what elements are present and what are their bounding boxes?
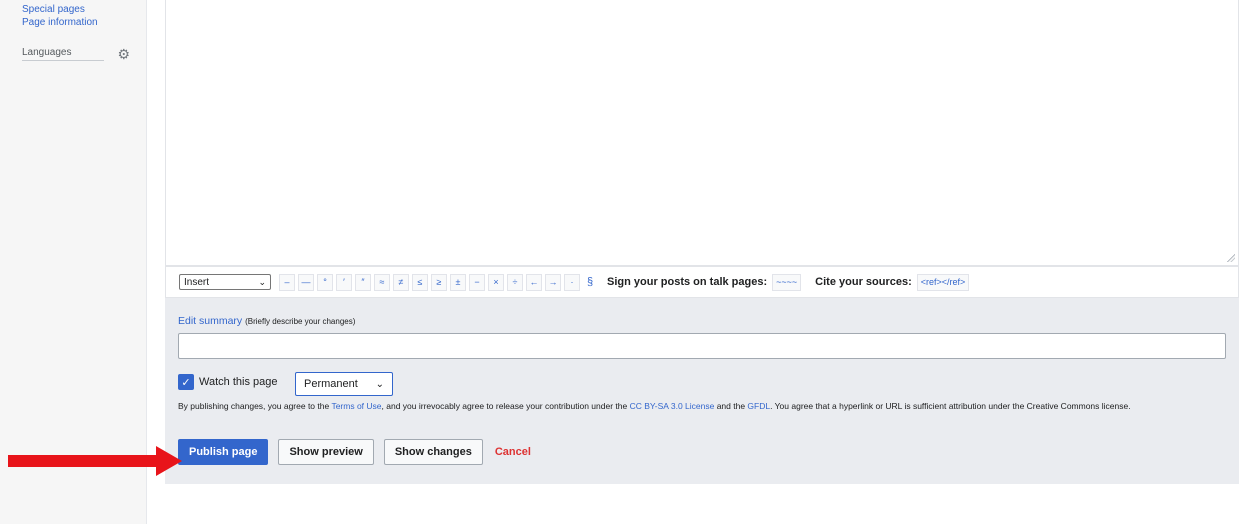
terms-of-use-link[interactable]: Terms of Use [331, 401, 381, 411]
insert-select-value: Insert [184, 276, 210, 288]
license-text: , and you irrevocably agree to release y… [381, 401, 630, 411]
char-button[interactable]: – [279, 273, 295, 291]
cc-license-link[interactable]: CC BY-SA 3.0 License [630, 401, 715, 411]
cite-sources-label: Cite your sources: [815, 276, 912, 288]
char-button[interactable]: ≤ [412, 273, 428, 291]
char-button[interactable]: ≈ [374, 273, 390, 291]
char-button[interactable]: × [488, 273, 504, 291]
char-button[interactable]: · [564, 273, 580, 291]
char-button[interactable]: ′ [336, 273, 352, 291]
char-list: – — ° ′ ″ ≈ ≠ ≤ ≥ ± − × ÷ ← → · § [279, 273, 597, 291]
show-preview-button[interactable]: Show preview [278, 439, 374, 465]
show-changes-button[interactable]: Show changes [383, 439, 483, 465]
publish-button[interactable]: Publish page [178, 439, 269, 465]
chevron-down-icon: ⌄ [375, 378, 384, 390]
edit-buttons: Publish page Show preview Show changes C… [178, 439, 531, 465]
sign-posts-label: Sign your posts on talk pages: [607, 276, 768, 288]
gear-icon[interactable]: ⚙ [117, 47, 130, 61]
sidebar-link-special-pages[interactable]: Special pages [0, 3, 146, 16]
edit-summary-link[interactable]: Edit summary [178, 315, 242, 327]
license-text: By publishing changes, you agree to the [178, 401, 332, 411]
languages-label: Languages [22, 47, 104, 61]
edit-textarea[interactable] [165, 0, 1239, 266]
watch-period-value: Permanent [304, 378, 358, 390]
char-button[interactable]: ← [526, 273, 542, 291]
chevron-down-icon: ⌄ [258, 276, 266, 287]
edit-summary-input[interactable] [178, 333, 1226, 359]
cancel-link[interactable]: Cancel [495, 446, 531, 458]
license-text: and the [714, 401, 748, 411]
special-characters-bar: Insert ⌄ – — ° ′ ″ ≈ ≠ ≤ ≥ ± − × ÷ ← → ·… [165, 266, 1239, 298]
char-button[interactable]: ± [450, 273, 466, 291]
watch-checkbox[interactable]: ✓ [178, 374, 194, 390]
sidebar-link-page-information[interactable]: Page information [0, 16, 146, 29]
char-button[interactable]: ≥ [431, 273, 447, 291]
watch-page-toggle[interactable]: ✓ Watch this page [178, 374, 277, 390]
license-text: . You agree that a hyperlink or URL is s… [770, 401, 1131, 411]
red-arrow-annotation [8, 446, 182, 476]
license-notice: By publishing changes, you agree to the … [178, 401, 1228, 412]
ref-insert-button[interactable]: <ref></ref> [916, 273, 970, 291]
char-button[interactable]: ÷ [507, 273, 523, 291]
watch-label: Watch this page [199, 376, 278, 388]
char-button[interactable]: § [583, 275, 597, 290]
watch-period-select[interactable]: Permanent ⌄ [295, 372, 393, 396]
char-button[interactable]: — [298, 273, 314, 291]
char-button[interactable]: ° [317, 273, 333, 291]
insert-select[interactable]: Insert ⌄ [179, 274, 271, 290]
char-button[interactable]: − [469, 273, 485, 291]
char-button[interactable]: → [545, 273, 561, 291]
resize-handle[interactable] [1227, 254, 1235, 262]
arrow-shape [8, 446, 182, 476]
edit-options-panel: Edit summary (Briefly describe your chan… [165, 298, 1239, 484]
char-button[interactable]: ″ [355, 273, 371, 291]
edit-summary-hint: (Briefly describe your changes) [245, 317, 356, 326]
signature-insert-button[interactable]: ~~~~ [772, 273, 802, 291]
char-button[interactable]: ≠ [393, 273, 409, 291]
edit-summary-label: Edit summary (Briefly describe your chan… [178, 315, 355, 327]
languages-section: Languages ⚙ [22, 47, 130, 61]
gfdl-link[interactable]: GFDL [747, 401, 770, 411]
